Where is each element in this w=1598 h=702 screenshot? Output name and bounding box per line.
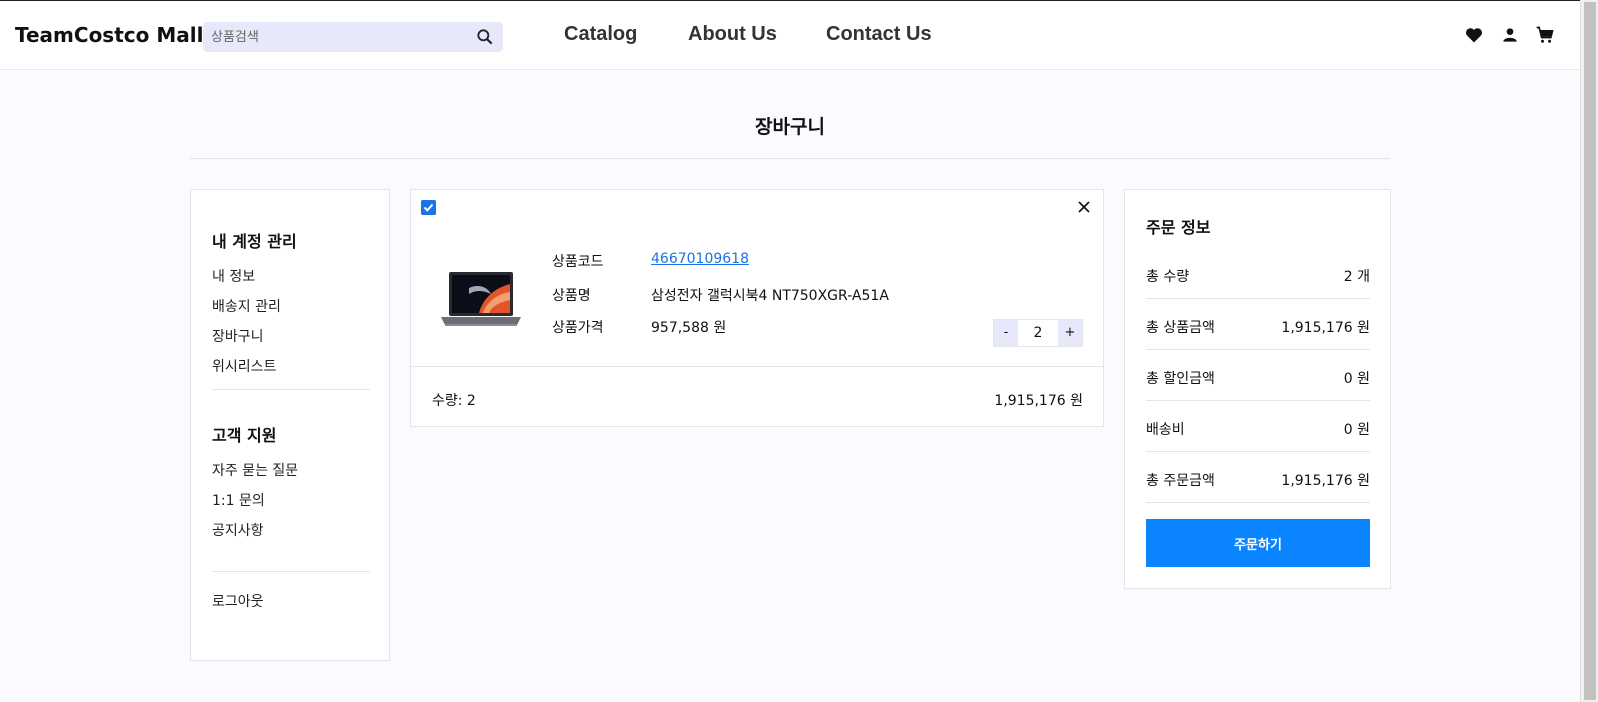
cart-divider [411, 366, 1103, 367]
title-divider [190, 158, 1390, 159]
sidebar-item-cart[interactable]: 장바구니 [212, 326, 264, 346]
order-row-label: 총 상품금액 [1146, 320, 1215, 336]
order-row-label: 총 할인금액 [1146, 371, 1215, 387]
page-title: 장바구니 [755, 116, 825, 138]
order-row-label: 총 수량 [1146, 269, 1190, 285]
product-code-link[interactable]: 46670109618 [651, 251, 749, 267]
order-title: 주문 정보 [1146, 218, 1211, 237]
cart-item-card: 상품코드 46670109618 상품명 삼성전자 갤럭시북4 NT750XGR… [410, 189, 1104, 427]
sidebar-divider [212, 389, 370, 390]
quantity-stepper: - 2 + [993, 319, 1083, 347]
cart-item-total: 1,915,176 원 [994, 393, 1083, 409]
nav-about-us[interactable]: About Us [688, 23, 777, 46]
sidebar-item-wishlist[interactable]: 위시리스트 [212, 356, 276, 376]
order-row-product-amount: 총 상품금액 1,915,176 원 [1146, 299, 1370, 350]
sidebar-item-inquiry[interactable]: 1:1 문의 [212, 490, 265, 510]
support-heading: 고객 지원 [212, 426, 277, 445]
vertical-scrollbar[interactable] [1580, 0, 1598, 702]
sidebar-divider [212, 571, 370, 572]
product-name-label: 상품명 [552, 288, 591, 304]
nav-catalog[interactable]: Catalog [564, 23, 637, 46]
quantity-input[interactable]: 2 [1018, 320, 1058, 346]
order-row-value: 0 원 [1343, 422, 1370, 438]
close-icon[interactable] [1077, 200, 1091, 214]
order-row-value: 1,915,176 원 [1281, 473, 1370, 489]
scrollbar-thumb[interactable] [1584, 2, 1596, 700]
order-row-value: 2 개 [1343, 269, 1370, 285]
order-row-value: 0 원 [1343, 371, 1370, 387]
search-icon[interactable] [475, 27, 495, 47]
logout-link[interactable]: 로그아웃 [212, 591, 264, 611]
order-row-discount: 총 할인금액 0 원 [1146, 350, 1370, 401]
order-row-value: 1,915,176 원 [1281, 320, 1370, 336]
search-bar [203, 22, 503, 52]
order-row-total-qty: 총 수량 2 개 [1146, 248, 1370, 299]
sidebar-item-my-info[interactable]: 내 정보 [212, 266, 255, 286]
quantity-decrease-button[interactable]: - [994, 320, 1018, 346]
sidebar-item-shipping[interactable]: 배송지 관리 [212, 296, 281, 316]
sidebar-item-faq[interactable]: 자주 묻는 질문 [212, 460, 298, 480]
site-logo[interactable]: TeamCostco Mall [15, 23, 203, 47]
item-checkbox[interactable] [421, 200, 436, 215]
nav-contact-us[interactable]: Contact Us [826, 23, 932, 46]
heart-icon[interactable] [1464, 25, 1484, 45]
product-price-label: 상품가격 [552, 320, 604, 336]
quantity-increase-button[interactable]: + [1058, 320, 1082, 346]
product-price: 957,588 원 [651, 320, 727, 336]
order-row-shipping: 배송비 0 원 [1146, 401, 1370, 452]
product-name: 삼성전자 갤럭시북4 NT750XGR-A51A [651, 288, 889, 304]
product-image[interactable] [439, 270, 523, 330]
order-row-total: 총 주문금액 1,915,176 원 [1146, 452, 1370, 503]
sidebar-item-notice[interactable]: 공지사항 [212, 520, 264, 540]
cart-quantity-summary: 수량: 2 [432, 393, 476, 409]
product-code-label: 상품코드 [552, 254, 604, 270]
order-summary: 주문 정보 총 수량 2 개 총 상품금액 1,915,176 원 총 할인금액… [1124, 189, 1391, 589]
search-input[interactable] [211, 22, 461, 52]
account-sidebar: 내 계정 관리 내 정보 배송지 관리 장바구니 위시리스트 고객 지원 자주 … [190, 189, 390, 661]
place-order-button[interactable]: 주문하기 [1146, 519, 1370, 567]
cart-icon[interactable] [1535, 25, 1555, 45]
top-header: TeamCostco Mall Catalog About Us Contact… [0, 0, 1580, 70]
order-row-label: 총 주문금액 [1146, 473, 1215, 489]
account-heading: 내 계정 관리 [212, 232, 297, 251]
order-row-label: 배송비 [1146, 422, 1185, 438]
user-icon[interactable] [1500, 25, 1520, 45]
